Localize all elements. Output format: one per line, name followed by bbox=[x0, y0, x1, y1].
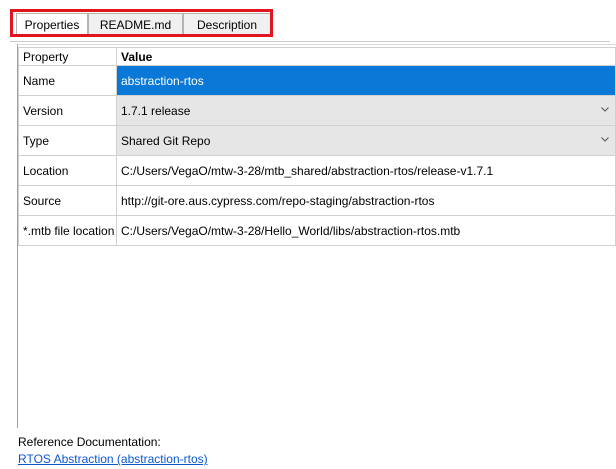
mtb-location-value[interactable]: C:/Users/VegaO/mtw-3-28/Hello_World/libs… bbox=[116, 215, 616, 246]
property-label: Location bbox=[18, 155, 117, 186]
tab-highlight-box bbox=[10, 9, 273, 37]
chevron-down-icon[interactable] bbox=[601, 135, 609, 143]
tab-bar: Properties README.md Description bbox=[10, 9, 610, 42]
property-label: Source bbox=[18, 185, 117, 216]
table-row-mtb-location[interactable]: *.mtb file location C:/Users/VegaO/mtw-3… bbox=[18, 215, 616, 246]
properties-table: Property Value Name abstraction-rtos Ver… bbox=[18, 47, 616, 246]
location-value[interactable]: C:/Users/VegaO/mtw-3-28/mtb_shared/abstr… bbox=[116, 155, 616, 186]
property-label: Type bbox=[18, 125, 117, 156]
table-row-location[interactable]: Location C:/Users/VegaO/mtw-3-28/mtb_sha… bbox=[18, 155, 616, 186]
version-value: 1.7.1 release bbox=[121, 103, 191, 118]
version-dropdown[interactable]: 1.7.1 release bbox=[116, 95, 616, 126]
header-property: Property bbox=[18, 47, 117, 66]
table-row-version[interactable]: Version 1.7.1 release bbox=[18, 95, 616, 126]
header-value: Value bbox=[116, 47, 616, 66]
type-dropdown[interactable]: Shared Git Repo bbox=[116, 125, 616, 156]
table-row-name[interactable]: Name abstraction-rtos bbox=[18, 65, 616, 96]
type-value: Shared Git Repo bbox=[121, 133, 211, 148]
source-value[interactable]: http://git-ore.aus.cypress.com/repo-stag… bbox=[116, 185, 616, 216]
table-row-type[interactable]: Type Shared Git Repo bbox=[18, 125, 616, 156]
reference-documentation-link[interactable]: RTOS Abstraction (abstraction-rtos) bbox=[18, 452, 208, 466]
table-header-row: Property Value bbox=[18, 47, 616, 66]
reference-documentation-label: Reference Documentation: bbox=[18, 435, 161, 449]
property-label: Version bbox=[18, 95, 117, 126]
properties-panel: Property Value Name abstraction-rtos Ver… bbox=[17, 44, 616, 428]
table-row-source[interactable]: Source http://git-ore.aus.cypress.com/re… bbox=[18, 185, 616, 216]
chevron-down-icon[interactable] bbox=[601, 105, 609, 113]
name-value-field[interactable]: abstraction-rtos bbox=[116, 65, 616, 96]
property-label: Name bbox=[18, 65, 117, 96]
property-label: *.mtb file location bbox=[18, 215, 117, 246]
